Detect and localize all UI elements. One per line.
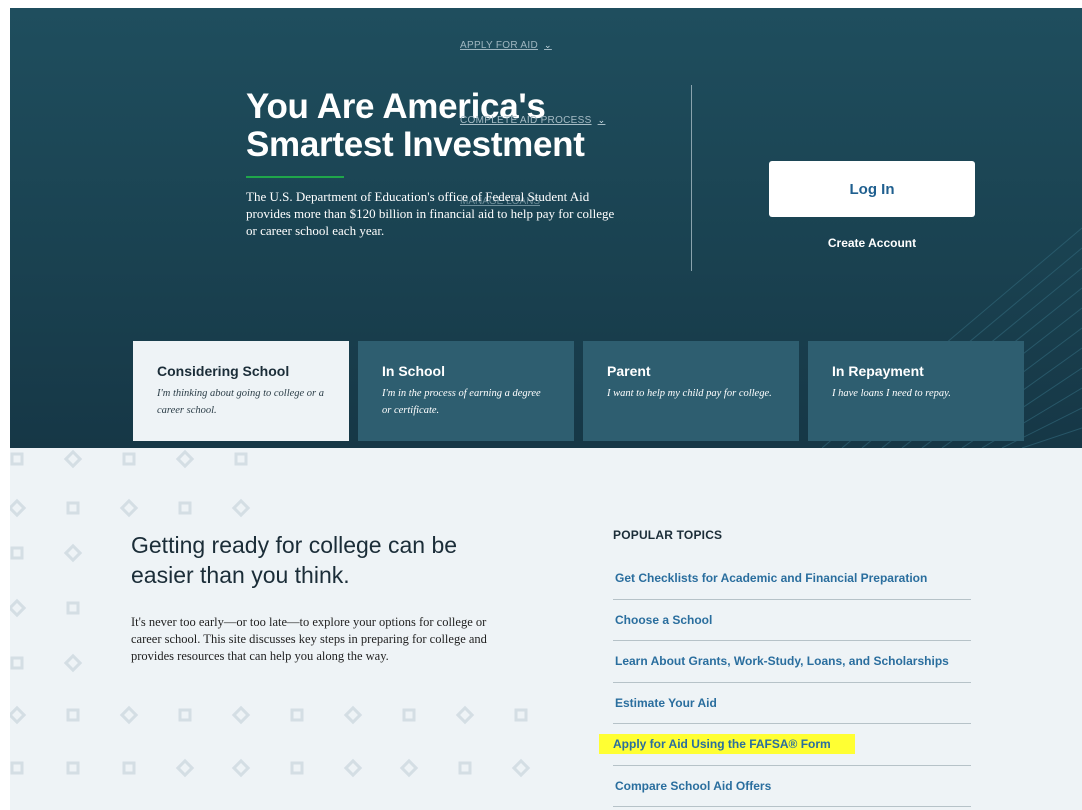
topic-link-compare-offers[interactable]: Compare School Aid Offers [613, 766, 971, 807]
topic-label: Apply for Aid Using the FAFSA® Form [599, 734, 855, 755]
title-underline [246, 176, 344, 178]
section-heading: Getting ready for college can be easier … [131, 532, 458, 588]
tab-description: I have loans I need to repay. [832, 388, 951, 399]
chevron-down-icon: ⌄ [544, 40, 552, 50]
topic-link-checklists[interactable]: Get Checklists for Academic and Financia… [613, 558, 971, 600]
tab-description: I'm in the process of earning a degree o… [382, 388, 541, 416]
section-body: It's never too early—or too late—to expl… [131, 615, 487, 663]
nav-apply-for-aid[interactable]: APPLY FOR AID ⌄ [460, 40, 552, 51]
popular-topics-heading: POPULAR TOPICS [613, 528, 723, 542]
tab-parent[interactable]: Parent I want to help my child pay for c… [583, 341, 799, 441]
tab-in-repayment[interactable]: In Repayment I have loans I need to repa… [808, 341, 1024, 441]
topic-link-estimate-aid[interactable]: Estimate Your Aid [613, 683, 971, 724]
tab-title: In Repayment [832, 363, 924, 379]
nav-complete-aid-process[interactable]: COMPLETE AID PROCESS ⌄ [460, 115, 605, 126]
chevron-down-icon: ⌄ [597, 115, 606, 125]
tab-considering-school[interactable]: Considering School I'm thinking about go… [133, 341, 349, 441]
login-button[interactable]: Log In [769, 161, 975, 217]
topic-label: Estimate Your Aid [615, 695, 717, 710]
topic-label: Learn About Grants, Work-Study, Loans, a… [615, 654, 949, 669]
topic-label: Choose a School [615, 612, 713, 627]
tab-description: I want to help my child pay for college. [607, 388, 772, 399]
hero-description: The U.S. Department of Education's offic… [246, 189, 615, 238]
topic-link-choose-school[interactable]: Choose a School [613, 600, 971, 641]
topic-label: Get Checklists for Academic and Financia… [615, 571, 928, 586]
vertical-divider [691, 85, 692, 271]
create-account-link[interactable]: Create Account [769, 236, 975, 250]
topic-link-fafsa[interactable]: Apply for Aid Using the FAFSA® Form [599, 724, 971, 766]
tab-title: Parent [607, 363, 651, 379]
tab-title: In School [382, 363, 445, 379]
content-section: Getting ready for college can be easier … [10, 448, 1082, 810]
tab-title: Considering School [157, 363, 290, 379]
topic-link-grants-loans[interactable]: Learn About Grants, Work-Study, Loans, a… [613, 641, 971, 683]
topic-label: Compare School Aid Offers [615, 778, 772, 793]
page-title: You Are America's Smartest Investment [246, 87, 585, 164]
tab-description: I'm thinking about going to college or a… [157, 388, 325, 416]
nav-complete-label: COMPLETE AID PROCESS [460, 115, 592, 126]
popular-topics-list: Get Checklists for Academic and Financia… [599, 558, 971, 807]
tab-in-school[interactable]: In School I'm in the process of earning … [358, 341, 574, 441]
nav-apply-label: APPLY FOR AID [460, 40, 539, 51]
